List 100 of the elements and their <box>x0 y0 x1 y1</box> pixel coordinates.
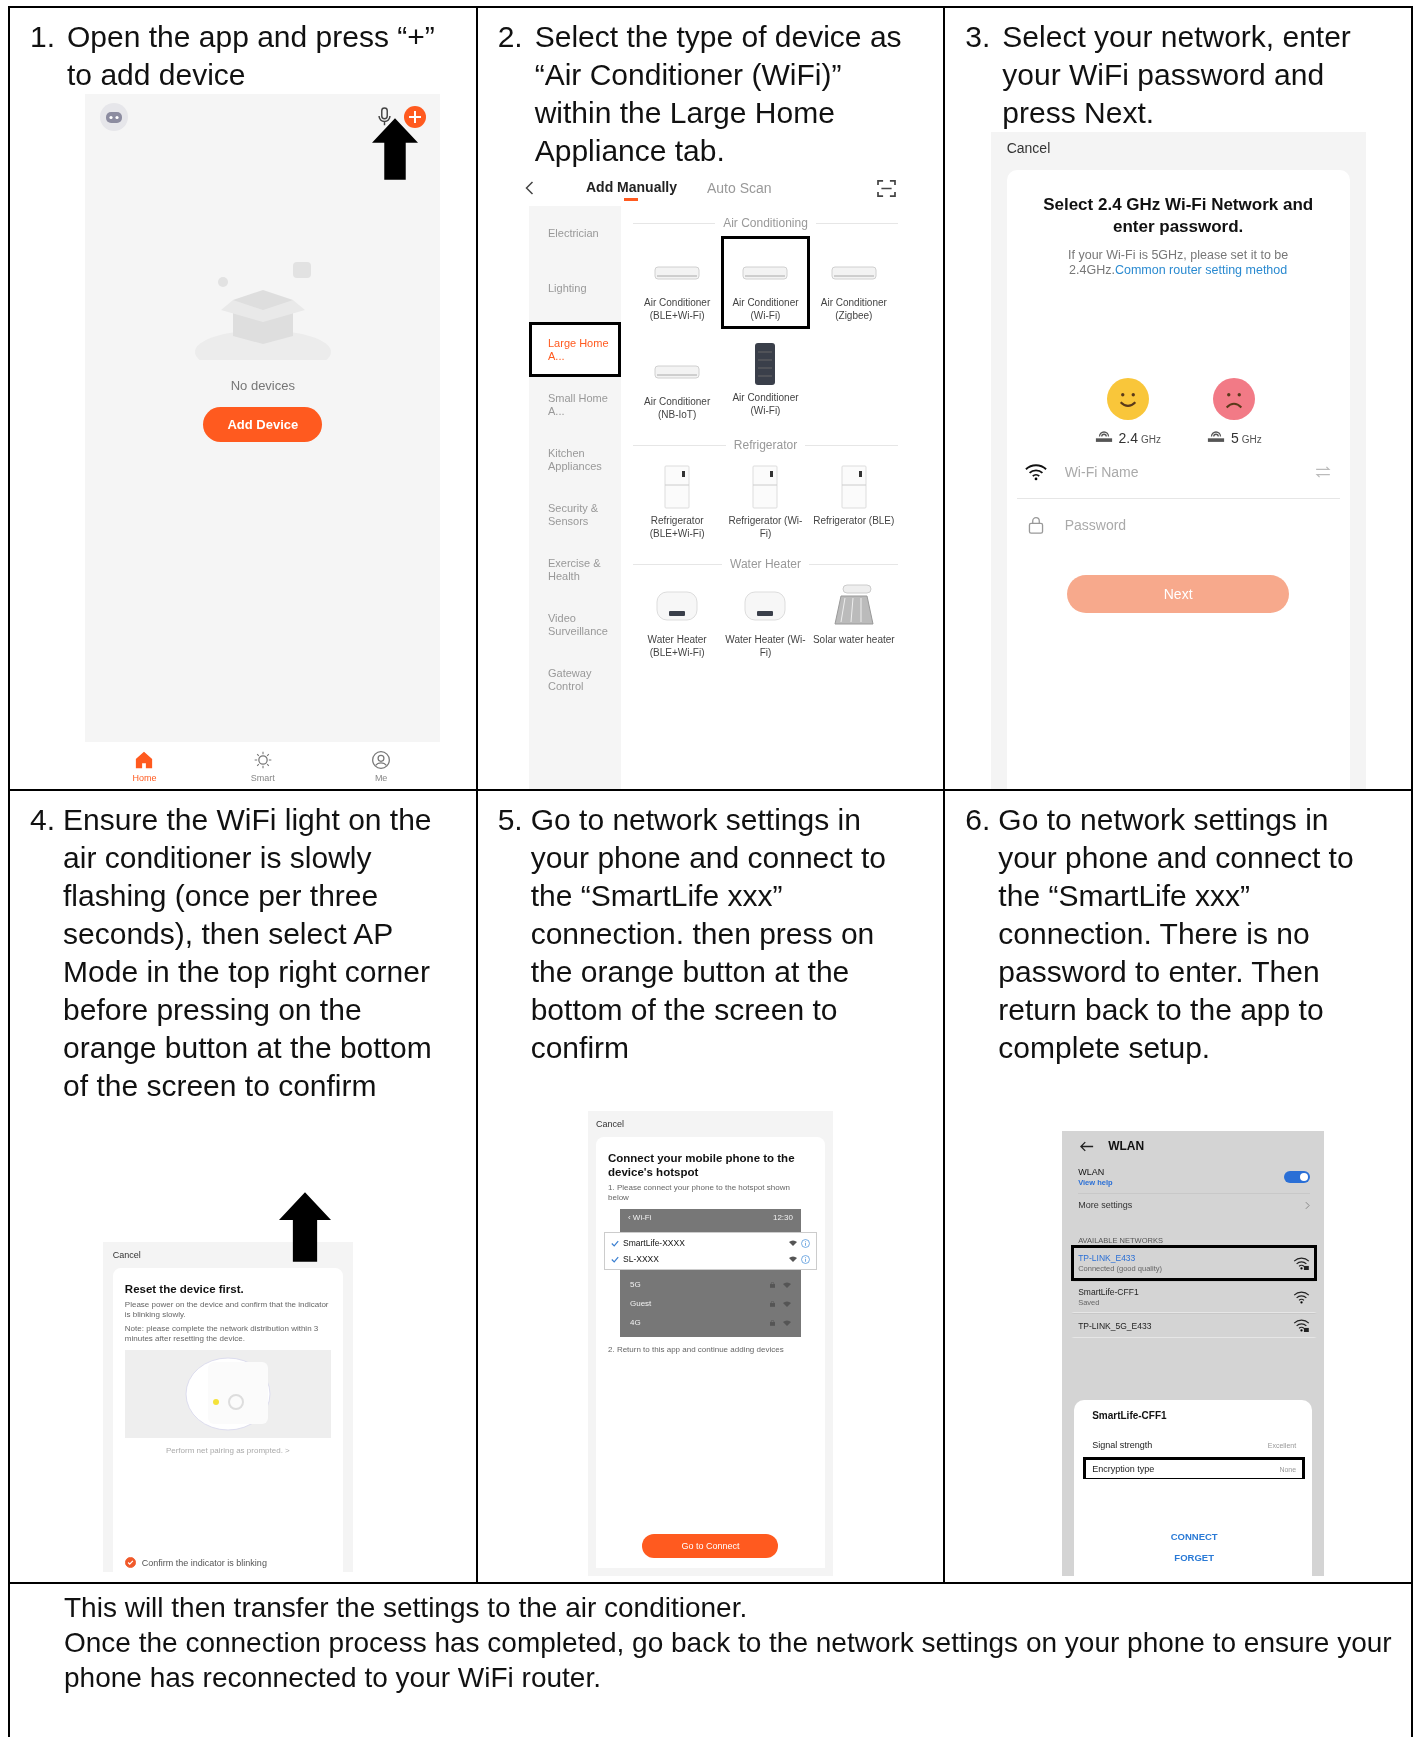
info-icon[interactable] <box>801 1238 810 1248</box>
pointer-arrow-icon <box>278 1190 331 1264</box>
input-field[interactable]: Password <box>1064 515 1332 535</box>
step-number: 5. <box>497 802 523 838</box>
avatar-icon[interactable] <box>99 102 130 132</box>
go-to-connect-button[interactable]: Go to Connect <box>642 1534 779 1558</box>
network-name[interactable]: TP-LINK_5G_E433 <box>1078 1320 1152 1331</box>
device-type-item[interactable]: Air Conditioner (BLE+Wi-Fi) <box>633 236 722 329</box>
tab[interactable]: Auto Scan <box>707 174 772 202</box>
cancel-link[interactable]: Cancel <box>1006 132 1350 170</box>
category-item[interactable]: Lighting <box>529 267 621 322</box>
air-conditioner-icon <box>652 263 703 283</box>
air-conditioner-icon <box>652 362 703 382</box>
dialog-title: Select 2.4 GHz Wi-Fi Network and enter password. <box>1042 194 1315 238</box>
lock-icon <box>770 1319 775 1326</box>
section-heading: Air Conditioning <box>723 216 808 230</box>
device-type-item[interactable]: Refrigerator (BLE+Wi-Fi) <box>633 458 722 547</box>
network-name: SmartLife-XXXX <box>623 1238 686 1248</box>
network-row[interactable]: TP-LINK_5G_E433 <box>1071 1313 1318 1338</box>
wifi-icon <box>783 1281 791 1288</box>
device-type-item[interactable]: Water Heater (Wi-Fi) <box>721 577 810 666</box>
category-item[interactable]: Gateway Control <box>529 652 621 707</box>
instruction-text: 2. Return to this app and continue adding devices <box>608 1345 785 1355</box>
microphone-icon[interactable] <box>377 107 393 127</box>
device-type-item[interactable]: Refrigerator (Wi-Fi) <box>721 458 810 547</box>
back-arrow-icon[interactable] <box>1080 1140 1095 1152</box>
screen-title: ‹ Wi-Fi <box>628 1213 652 1222</box>
device-type-item[interactable]: Air Conditioner (NB-IoT) <box>633 335 722 428</box>
air-conditioner-icon <box>828 263 879 283</box>
device-type-item[interactable]: Refrigerator (BLE) <box>809 458 898 547</box>
category-item[interactable]: Security & Sensors <box>529 487 621 542</box>
empty-state-text: No devices <box>230 378 295 393</box>
step-number: 3. <box>965 19 991 55</box>
step-number: 6. <box>965 802 991 838</box>
instruction-text: 1. Please connect your phone to the hotspot shown below <box>608 1183 791 1203</box>
device-type-item[interactable]: Air Conditioner (Wi-Fi) <box>721 236 810 329</box>
device-type-item[interactable]: Solar water heater <box>809 577 898 666</box>
band-value: 2.4 <box>1118 430 1138 446</box>
screen-title: WLAN <box>1108 1139 1145 1153</box>
network-name: 4G <box>630 1318 642 1327</box>
checkbox-label: Confirm the indicator is blinking <box>141 1557 267 1568</box>
router-icon <box>1207 430 1225 443</box>
pairing-help-link[interactable]: Perform net pairing as prompted. > <box>124 1446 331 1455</box>
step-instruction: Open the app and press “+” to add device <box>67 19 436 93</box>
nav-tab[interactable]: Me <box>351 750 412 783</box>
router-icon <box>1094 430 1113 443</box>
step-number: 1. <box>30 19 56 55</box>
input-field[interactable]: Wi-Fi Name <box>1064 462 1296 482</box>
dialog-action-button[interactable]: CONNECT <box>1160 1526 1228 1547</box>
wifi-icon <box>783 1319 791 1326</box>
step-instruction: Go to network settings in your phone and connect to the “SmartLife xxx” connection. There is no password to enter. Then return back to the app to complete setup. <box>998 802 1355 1066</box>
wifi-icon <box>783 1300 791 1307</box>
detail-label: Encryption type <box>1092 1464 1155 1474</box>
instruction-text: Note: please complete the network distribution within 3 minutes after resetting the device. <box>124 1324 320 1344</box>
cancel-link[interactable]: Cancel <box>112 1242 343 1268</box>
more-settings-link[interactable]: More settings <box>1078 1200 1133 1210</box>
cancel-link[interactable]: Cancel <box>596 1111 825 1137</box>
dialog-action-button[interactable]: FORGET <box>1164 1547 1224 1568</box>
category-item[interactable]: Small Home A... <box>529 377 621 432</box>
checkbox[interactable] <box>124 1557 136 1568</box>
category-item[interactable]: Large Home A... <box>529 322 621 377</box>
network-name[interactable]: SmartLife-CFF1 <box>1078 1287 1139 1297</box>
category-item[interactable]: Exercise & Health <box>529 542 621 597</box>
lock-icon <box>770 1281 775 1288</box>
network-name[interactable]: TP-LINK_E433 <box>1078 1253 1162 1263</box>
device-type-item[interactable]: Air Conditioner (Wi-Fi) <box>721 335 810 428</box>
clock-text: 12:30 <box>772 1213 793 1222</box>
home-icon <box>134 750 155 770</box>
category-item[interactable]: Kitchen Appliances <box>529 432 621 487</box>
step-number: 2. <box>497 19 523 55</box>
step-instruction: Go to network settings in your phone and connect to the “SmartLife xxx” connection. then press on the orange button at the bottom of the screen to confirm <box>530 802 887 1066</box>
dialog-title: SmartLife-CFF1 <box>1092 1410 1168 1421</box>
info-icon[interactable] <box>801 1254 810 1264</box>
wifi-icon <box>789 1240 797 1246</box>
nav-tab[interactable]: Home <box>114 750 175 783</box>
step-instruction: Select the type of device as “Air Conditioner (WiFi)” within the Large Home Appliance tab. <box>534 19 903 169</box>
category-item[interactable]: Video Surveillance <box>529 597 621 652</box>
switch-arrows-icon[interactable] <box>1313 466 1332 478</box>
category-item[interactable]: Electrician <box>529 212 621 267</box>
step-number: 4. <box>30 802 56 838</box>
device-type-item[interactable]: Water Heater (BLE+Wi-Fi) <box>633 577 722 666</box>
detail-label: Signal strength <box>1092 1440 1153 1450</box>
network-name: 5G <box>630 1280 642 1289</box>
section-heading: Water Heater <box>730 557 801 571</box>
setting-label: WLAN <box>1078 1167 1106 1177</box>
router-help-link[interactable]: Common router setting method <box>1114 263 1288 277</box>
device-type-item[interactable]: Air Conditioner (Zigbee) <box>809 236 898 329</box>
network-name: SL-XXXX <box>623 1254 660 1264</box>
back-icon[interactable] <box>525 180 534 196</box>
nav-tab[interactable]: Smart <box>232 750 293 783</box>
chevron-right-icon <box>1305 1200 1311 1210</box>
step-instruction: Ensure the WiFi light on the air conditioner is slowly flashing (once per three seconds), then select AP Mode in the top right corner before pressing on the orange button at the bottom of the screen to confirm <box>63 802 433 1104</box>
scan-icon[interactable] <box>877 179 896 197</box>
add-icon[interactable] <box>404 106 427 128</box>
instruction-text: Please power on the device and confirm that the indicator is blinking slowly. <box>124 1300 330 1320</box>
wlan-toggle[interactable] <box>1284 1171 1311 1183</box>
dialog-title: Connect your mobile phone to the device's hotspot <box>608 1151 796 1179</box>
wifi-icon <box>789 1256 797 1262</box>
add-device-button[interactable]: Add Device <box>203 407 323 442</box>
note-text: This will then transfer the settings to the air conditioner. <box>64 1591 749 1625</box>
